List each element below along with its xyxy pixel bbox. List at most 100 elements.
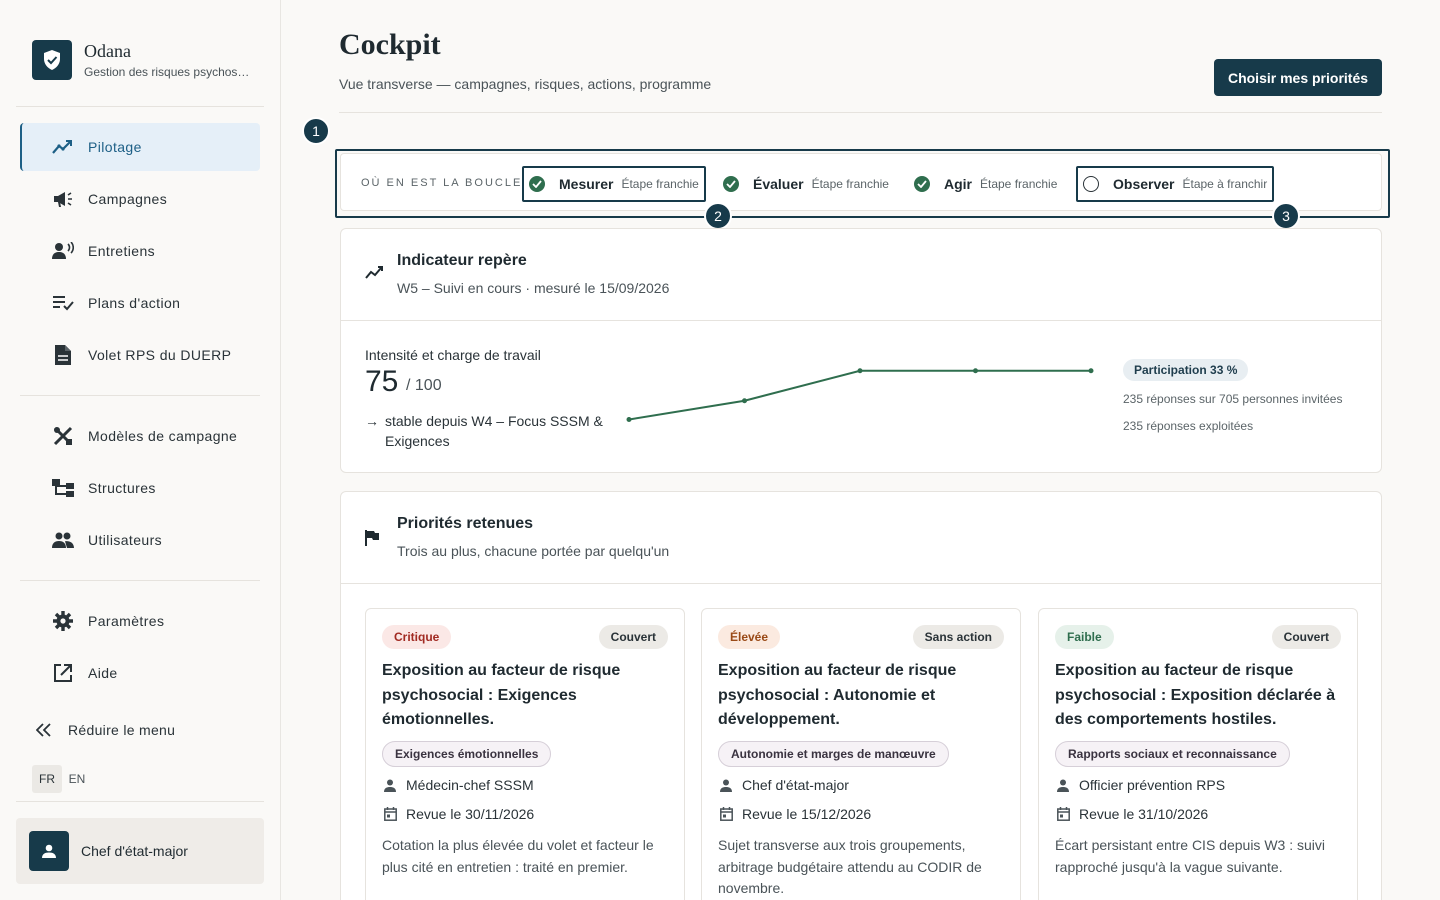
tour-badge-2[interactable]: 2 bbox=[704, 202, 732, 230]
gear-icon bbox=[52, 610, 74, 632]
trend-chart-icon bbox=[52, 136, 74, 158]
responses-exploited: 235 réponses exploitées bbox=[1123, 419, 1254, 433]
priority-description: Sujet transverse aux trois groupements, … bbox=[718, 837, 982, 896]
priority-owner: Médecin-chef SSSM bbox=[382, 777, 534, 793]
loop-step-mesurer[interactable]: Mesurer Étape franchie bbox=[522, 166, 706, 202]
choose-priorities-button[interactable]: Choisir mes priorités bbox=[1214, 59, 1382, 96]
step-status: Étape franchie bbox=[621, 177, 699, 191]
checklist-icon bbox=[52, 292, 74, 314]
language-en[interactable]: EN bbox=[62, 765, 92, 793]
participation-badge: Participation 33 % bbox=[1123, 359, 1249, 381]
severity-badge: Critique bbox=[382, 625, 452, 649]
person-icon bbox=[718, 779, 734, 792]
tour-badge-1[interactable]: 1 bbox=[302, 117, 330, 145]
trend-chart-icon bbox=[365, 265, 385, 284]
priority-card[interactable]: Critique Couvert Exposition au facteur d… bbox=[365, 608, 685, 900]
flag-icon bbox=[365, 530, 379, 551]
sidebar-item-pilotage[interactable]: Pilotage bbox=[20, 123, 260, 171]
priorities-subtitle: Trois au plus, chacune portée par quelqu… bbox=[397, 543, 670, 559]
review-date: Revue le 15/12/2026 bbox=[742, 806, 872, 822]
step-name: Évaluer bbox=[753, 176, 804, 192]
sparkline-point bbox=[626, 417, 632, 422]
responses-count: 235 réponses sur 705 personnes invitées bbox=[1123, 392, 1343, 406]
page-title: Cockpit bbox=[339, 28, 441, 61]
priority-card[interactable]: Faible Couvert Exposition au facteur de … bbox=[1038, 608, 1358, 900]
owner-name: Chef d'état-major bbox=[742, 777, 849, 793]
priority-title: Exposition au facteur de risque psychoso… bbox=[718, 662, 957, 728]
loop-step-observer[interactable]: Observer Étape à franchir bbox=[1076, 166, 1274, 202]
sidebar-divider bbox=[20, 580, 260, 581]
collapse-menu-button[interactable]: Réduire le menu bbox=[36, 722, 175, 738]
review-date: Revue le 30/11/2026 bbox=[406, 806, 535, 822]
sidebar: Odana Gestion des risques psychos… Pilot… bbox=[0, 0, 281, 900]
hierarchy-icon bbox=[52, 477, 74, 499]
loop-label: OÙ EN EST LA BOUCLE bbox=[361, 177, 523, 189]
review-date: Revue le 31/10/2026 bbox=[1079, 806, 1209, 822]
empty-circle-icon bbox=[1083, 176, 1099, 192]
person-icon bbox=[1055, 779, 1071, 792]
priority-review: Revue le 15/12/2026 bbox=[718, 806, 871, 822]
loop-step-evaluer[interactable]: Évaluer Étape franchie bbox=[723, 166, 889, 202]
page-subtitle: Vue transverse — campagnes, risques, act… bbox=[339, 76, 712, 92]
users-icon bbox=[52, 529, 74, 551]
sidebar-item-parametres[interactable]: Paramètres bbox=[20, 597, 260, 645]
owner-name: Médecin-chef SSSM bbox=[406, 777, 534, 793]
step-status: Étape franchie bbox=[980, 177, 1058, 191]
check-circle-icon bbox=[529, 176, 545, 192]
language-fr[interactable]: FR bbox=[32, 765, 62, 793]
check-circle-icon bbox=[914, 176, 930, 192]
header-divider bbox=[339, 112, 1382, 113]
external-link-icon bbox=[52, 662, 74, 684]
sidebar-item-utilisateurs[interactable]: Utilisateurs bbox=[20, 516, 260, 564]
indicator-card: Indicateur repère W5 – Suivi en cours · … bbox=[340, 228, 1382, 473]
owner-name: Officier prévention RPS bbox=[1079, 777, 1226, 793]
sidebar-divider bbox=[16, 106, 264, 107]
factor-tag[interactable]: Autonomie et marges de manœuvre bbox=[718, 741, 949, 767]
sidebar-divider bbox=[16, 801, 264, 802]
sidebar-item-entretiens[interactable]: Entretiens bbox=[20, 227, 260, 275]
sidebar-item-label: Entretiens bbox=[88, 243, 156, 259]
app-subtitle: Gestion des risques psychos… bbox=[84, 65, 250, 79]
step-name: Observer bbox=[1113, 176, 1175, 192]
loop-step-agir[interactable]: Agir Étape franchie bbox=[914, 166, 1057, 202]
calendar-icon bbox=[382, 807, 398, 821]
indicator-subtitle: W5 – Suivi en cours · mesuré le 15/09/20… bbox=[397, 280, 670, 296]
sidebar-item-label: Structures bbox=[88, 480, 156, 496]
sidebar-item-volet-rps[interactable]: Volet RPS du DUERP bbox=[20, 331, 260, 379]
user-name: Chef d'état-major bbox=[81, 843, 188, 859]
indicator-trend-text: stable depuis W4 – Focus SSSM & Exigence… bbox=[385, 413, 603, 449]
indicator-value: 75 bbox=[365, 365, 399, 398]
tour-badge-3[interactable]: 3 bbox=[1272, 202, 1300, 230]
person-voice-icon bbox=[52, 240, 74, 262]
severity-badge: Élevée bbox=[718, 625, 781, 649]
sparkline-point bbox=[742, 398, 747, 404]
severity-badge: Faible bbox=[1055, 625, 1114, 649]
coverage-badge: Couvert bbox=[1271, 625, 1341, 649]
primary-nav: Pilotage Campagnes Entretiens Plans d'ac… bbox=[20, 123, 260, 383]
user-card[interactable]: Chef d'état-major bbox=[16, 818, 264, 884]
sparkline-point bbox=[973, 368, 978, 374]
priority-review: Revue le 31/10/2026 bbox=[1055, 806, 1208, 822]
sidebar-item-plans-action[interactable]: Plans d'action bbox=[20, 279, 260, 327]
factor-tag[interactable]: Exigences émotionnelles bbox=[382, 741, 552, 767]
sidebar-item-label: Volet RPS du DUERP bbox=[88, 347, 232, 363]
sidebar-item-modeles[interactable]: Modèles de campagne bbox=[20, 412, 260, 460]
app-name: Odana bbox=[84, 41, 131, 61]
coverage-badge: Couvert bbox=[598, 625, 668, 649]
sparkline-point bbox=[857, 368, 863, 374]
sidebar-item-campagnes[interactable]: Campagnes bbox=[20, 175, 260, 223]
sparkline-point bbox=[1088, 368, 1094, 374]
coverage-badge: Sans action bbox=[912, 625, 1004, 649]
sidebar-item-label: Campagnes bbox=[88, 191, 168, 207]
sidebar-item-label: Modèles de campagne bbox=[88, 428, 238, 444]
brand[interactable]: Odana Gestion des risques psychos… bbox=[32, 40, 249, 80]
double-chevron-left-icon bbox=[36, 723, 52, 737]
factor-tag[interactable]: Rapports sociaux et reconnaissance bbox=[1055, 741, 1290, 767]
sidebar-item-structures[interactable]: Structures bbox=[20, 464, 260, 512]
shield-check-icon bbox=[32, 40, 72, 80]
indicator-label: Intensité et charge de travail bbox=[365, 347, 541, 363]
megaphone-icon bbox=[52, 188, 74, 210]
priority-card[interactable]: Élevée Sans action Exposition au facteur… bbox=[701, 608, 1021, 900]
sparkline-line bbox=[628, 369, 1091, 421]
sidebar-item-aide[interactable]: Aide bbox=[20, 649, 260, 697]
